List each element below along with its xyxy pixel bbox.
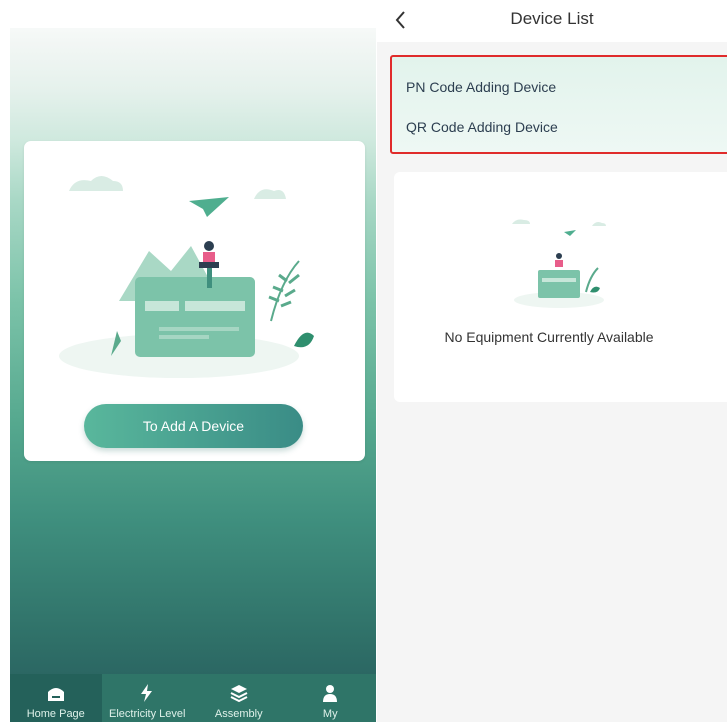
page-title: Device List: [510, 9, 594, 28]
tab-assembly[interactable]: Assembly: [193, 674, 285, 722]
tab-electricity-level[interactable]: Electricity Level: [102, 674, 194, 722]
qr-code-add-option[interactable]: QR Code Adding Device >: [406, 119, 726, 135]
add-device-button[interactable]: To Add A Device: [84, 404, 303, 448]
navigation-bar: Device List: [377, 0, 727, 42]
empty-state-message: No Equipment Currently Available: [444, 329, 654, 345]
empty-devices-illustration: [512, 219, 606, 308]
home-icon: [45, 682, 67, 704]
home-screen: To Add A Device Home Page Electricity Le…: [10, 0, 376, 722]
empty-device-card: To Add A Device: [24, 141, 365, 461]
pn-code-add-option[interactable]: PN Code Adding Device >: [406, 79, 726, 95]
bottom-tab-bar: Home Page Electricity Level Assembly My: [10, 674, 376, 722]
pn-code-label: PN Code Adding Device: [406, 79, 557, 95]
qr-code-label: QR Code Adding Device: [406, 119, 558, 135]
tab-my-label: My: [322, 708, 338, 720]
tab-my[interactable]: My: [285, 674, 377, 722]
tab-electricity-label: Electricity Level: [109, 708, 186, 720]
tab-assembly-label: Assembly: [214, 708, 263, 720]
tab-home-label: Home Page: [26, 708, 85, 720]
empty-devices-illustration: [59, 176, 314, 378]
lightning-icon: [136, 682, 158, 704]
add-device-options: PN Code Adding Device > QR Code Adding D…: [390, 55, 727, 154]
user-icon: [319, 682, 341, 704]
device-list-screen: Device List PN Code Adding Device > QR C…: [377, 0, 727, 722]
layers-icon: [228, 682, 250, 704]
tab-home[interactable]: Home Page: [10, 674, 102, 722]
empty-state-card: No Equipment Currently Available: [394, 172, 727, 402]
